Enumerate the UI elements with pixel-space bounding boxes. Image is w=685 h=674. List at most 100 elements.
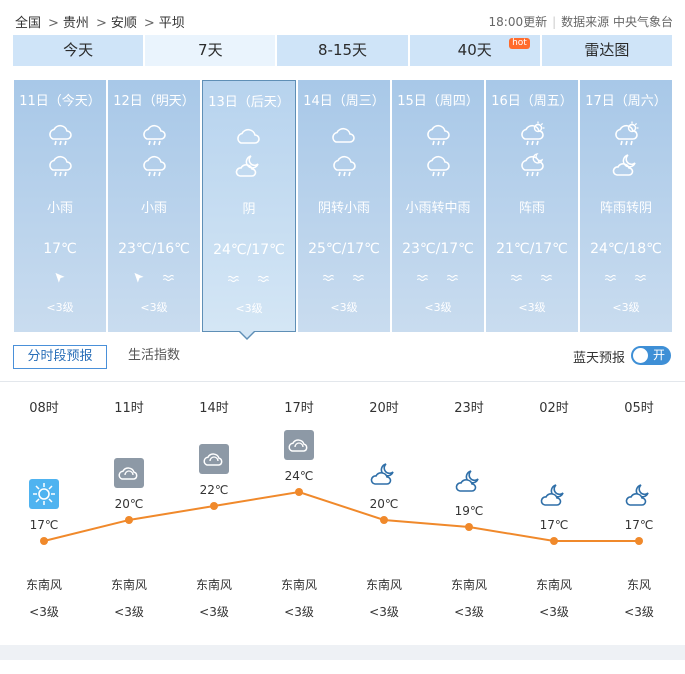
hour-wind-direction: 东南风	[450, 578, 487, 592]
day-condition: 阴转小雨	[317, 201, 370, 216]
hour-wind-direction: 东南风	[195, 578, 232, 592]
hour-wind-direction: 东南风	[365, 578, 402, 592]
day-wind	[392, 270, 484, 288]
tab-today[interactable]: 今天	[13, 35, 144, 66]
cloud-rain-icon	[427, 124, 450, 146]
day-temperature: 17℃	[43, 241, 77, 257]
day-wind	[298, 270, 390, 288]
day-wind	[14, 270, 106, 288]
update-time: 18:00更新	[488, 15, 548, 29]
sun-icon	[29, 479, 59, 509]
waves-icon	[416, 274, 428, 282]
cloud-box-icon	[199, 444, 229, 474]
moon-cloud-icon	[539, 479, 569, 509]
cloud-rain-icon	[143, 124, 166, 146]
day-temperature: 23℃/17℃	[402, 241, 474, 257]
day-card[interactable]: 12日（明天） 小雨 23℃/16℃ <3级	[108, 80, 200, 332]
day-temperature: 21℃/17℃	[496, 241, 568, 257]
hourly-column: 23时 19℃ 东南风 <3级	[434, 382, 504, 645]
day-date: 15日（周四）	[397, 94, 479, 109]
cloud-rain-icon	[424, 120, 452, 148]
waves-icon	[540, 274, 552, 282]
update-info: 18:00更新 | 数据来源 中央气象台	[488, 15, 673, 29]
cloud-icon	[332, 127, 355, 143]
tab-hourly-forecast[interactable]: 分时段预报	[13, 345, 107, 369]
day-card[interactable]: 15日（周四） 小雨转中雨 23℃/17℃ <3级	[392, 80, 484, 332]
day-card[interactable]: 11日（今天） 小雨 17℃ <3级	[14, 80, 106, 332]
waves-icon	[634, 274, 646, 282]
day-temperature: 24℃/18℃	[590, 241, 662, 257]
day-wind-level: <3级	[424, 301, 452, 314]
hour-label: 08时	[29, 401, 59, 416]
moon-cloud-icon	[370, 463, 394, 485]
day-wind-level: <3级	[330, 301, 358, 314]
hour-wind-level: <3级	[114, 605, 144, 619]
waves-icon	[257, 275, 269, 283]
sun-rain-icon	[521, 121, 545, 146]
cloud-icon	[237, 128, 260, 144]
day-date: 17日（周六）	[585, 94, 667, 109]
cloud-rain-icon	[46, 120, 74, 148]
day-card[interactable]: 16日（周五） 阵雨 21℃/17℃ <3级	[486, 80, 578, 332]
hour-temperature: 20℃	[369, 497, 399, 511]
moon-cloud-icon	[235, 155, 259, 177]
moon-cloud-icon	[235, 152, 263, 180]
moon-cloud-icon	[612, 151, 640, 179]
moon-cloud-icon	[625, 484, 649, 506]
cloud-box-icon	[114, 458, 144, 488]
tab-7-days[interactable]: 7天	[145, 35, 276, 66]
cloud-rain-icon	[46, 151, 74, 179]
breadcrumb-city[interactable]: 安顺	[111, 16, 137, 31]
tab-8-15-days[interactable]: 8-15天	[277, 35, 408, 66]
day-wind	[203, 271, 295, 289]
blue-sky-label: 蓝天预报	[572, 351, 625, 366]
day-wind-level: <3级	[46, 301, 74, 314]
day-wind-level: <3级	[235, 302, 263, 315]
hour-temperature: 17℃	[539, 518, 569, 532]
day-card[interactable]: 14日（周三） 阴转小雨 25℃/17℃ <3级	[298, 80, 390, 332]
waves-icon	[352, 274, 364, 282]
day-wind-level: <3级	[140, 301, 168, 314]
cloud-rain-icon	[424, 151, 452, 179]
tab-40-days[interactable]: 40天 hot	[409, 35, 540, 66]
waves-icon	[446, 274, 458, 282]
cloud-box-icon	[114, 458, 144, 488]
breadcrumb-country[interactable]: 全国	[15, 16, 41, 31]
day-date: 13日（后天）	[208, 95, 290, 110]
hour-temperature: 22℃	[199, 483, 229, 497]
day-card[interactable]: 17日（周六） 阵雨转阴 24℃/18℃ <3级	[580, 80, 672, 332]
hour-wind-level: <3级	[624, 605, 654, 619]
hour-label: 20时	[369, 401, 399, 416]
hour-wind-direction: 东风	[626, 578, 651, 592]
cloud-rain-icon	[140, 120, 168, 148]
hour-label: 23时	[454, 401, 484, 416]
hour-wind-level: <3级	[29, 605, 59, 619]
hour-label: 17时	[284, 401, 314, 416]
hourly-column: 08时 17℃ 东南风 <3级	[9, 382, 79, 645]
moon-cloud-icon	[612, 154, 636, 176]
day-card[interactable]: 13日（后天） 阴 24℃/17℃ <3级	[202, 80, 296, 332]
moon-rain-icon	[518, 151, 546, 179]
tab-life-index[interactable]: 生活指数	[128, 345, 180, 369]
waves-icon	[162, 274, 174, 282]
hourly-forecast: 08时 17℃ 东南风 <3级 11时 20℃ 东南风 <3级 14时 22℃ 东南风 <3级 17时 2…	[0, 382, 685, 645]
day-temperature: 24℃/17℃	[213, 242, 285, 258]
arrow-icon	[55, 272, 65, 283]
hour-label: 11时	[114, 401, 144, 416]
hour-wind-level: <3级	[454, 605, 484, 619]
hour-wind-direction: 东南风	[280, 578, 317, 592]
hourly-column: 11时 20℃ 东南风 <3级	[94, 382, 164, 645]
hour-temperature: 24℃	[284, 469, 314, 483]
toggle-state: 开	[652, 348, 665, 362]
next-panel-edge	[0, 660, 685, 674]
day-condition: 小雨	[140, 201, 167, 216]
sun-rain-icon	[518, 120, 546, 148]
blue-sky-toggle[interactable]: 开	[631, 346, 671, 365]
breadcrumb-province[interactable]: 贵州	[63, 16, 89, 31]
day-date: 12日（明天）	[113, 94, 195, 109]
breadcrumb-county: 平坝	[158, 16, 185, 31]
day-condition: 阵雨转阴	[599, 201, 652, 216]
cloud-box-icon	[284, 430, 314, 460]
cloud-icon	[330, 120, 358, 148]
tab-radar[interactable]: 雷达图	[541, 35, 673, 66]
